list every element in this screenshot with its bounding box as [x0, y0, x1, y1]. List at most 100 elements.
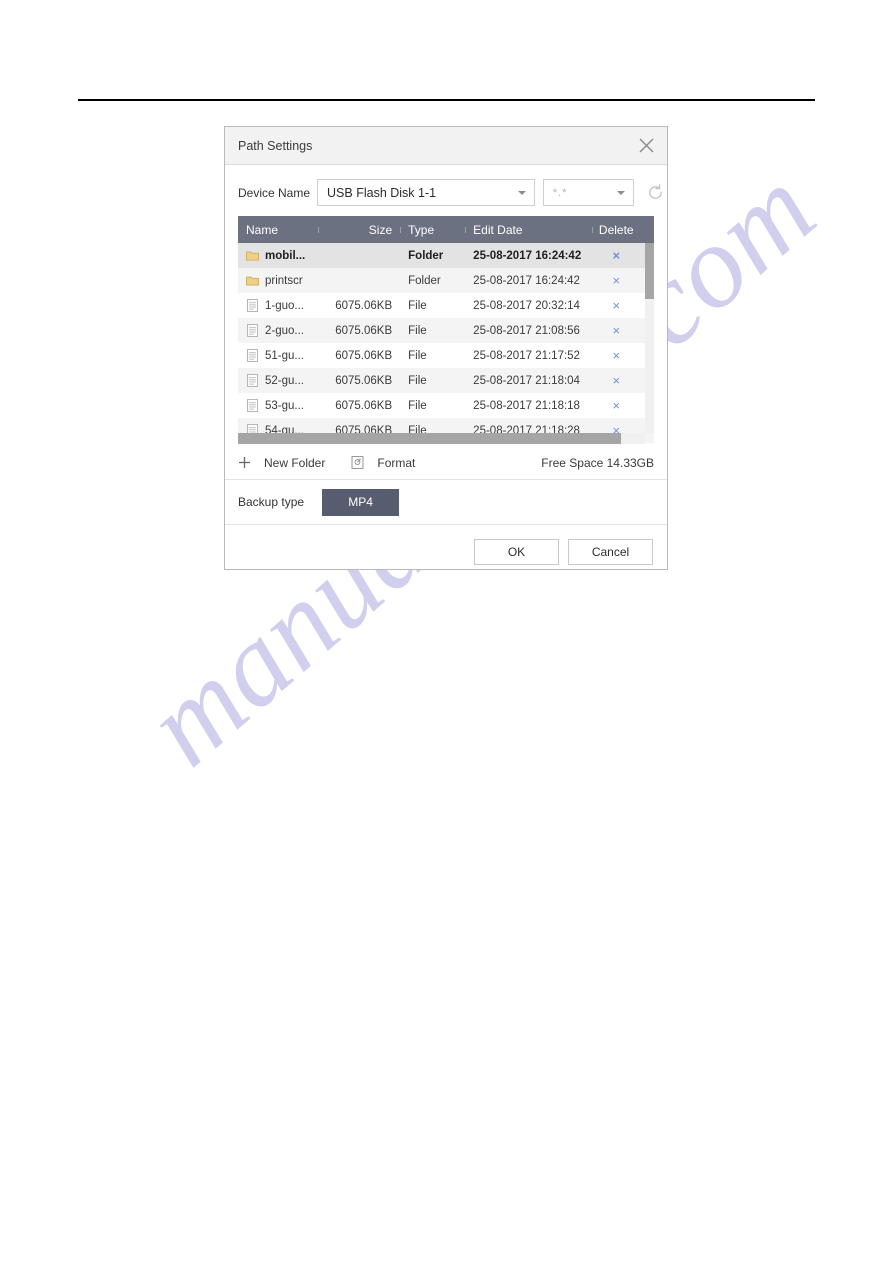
dialog-title: Path Settings: [238, 138, 313, 153]
file-name-text: mobil...: [265, 249, 306, 262]
backup-type-value[interactable]: MP4: [322, 488, 400, 516]
cell-type: File: [408, 299, 427, 312]
folder-icon: [246, 276, 259, 286]
dialog-titlebar: Path Settings: [225, 127, 667, 165]
backup-type-label: Backup type: [238, 495, 305, 509]
cell-delete: ×: [592, 399, 646, 412]
ok-button[interactable]: OK: [474, 539, 559, 565]
cancel-button[interactable]: Cancel: [568, 539, 653, 565]
cell-name: 53-gu...: [238, 399, 318, 412]
table-body: mobil... Folder 25-08-2017 16:24:42 × prints…: [238, 243, 654, 444]
file-name-text: 2-guo...: [265, 324, 304, 337]
cell-type: Folder: [408, 249, 444, 262]
table-row[interactable]: 1-guo... 6075.06KB File 25-08-2017 20:32:14…: [238, 293, 654, 318]
file-name-text: printscr: [265, 274, 303, 287]
cell-size: 6075.06KB: [335, 299, 393, 312]
delete-row-icon[interactable]: ×: [612, 349, 620, 362]
file-name-text: 1-guo...: [265, 299, 304, 312]
cell-name: 51-gu...: [238, 349, 318, 362]
table-row[interactable]: mobil... Folder 25-08-2017 16:24:42 ×: [238, 243, 654, 268]
page-header-rule: [78, 99, 815, 101]
file-filter-select[interactable]: *.*: [542, 179, 634, 206]
format-label: Format: [377, 455, 416, 470]
device-name-select[interactable]: USB Flash Disk 1-1: [317, 179, 535, 206]
vertical-scrollbar-thumb[interactable]: [645, 243, 654, 299]
delete-row-icon[interactable]: ×: [612, 399, 620, 412]
horizontal-scrollbar[interactable]: [238, 433, 645, 444]
column-header-delete[interactable]: Delete: [591, 223, 646, 237]
file-icon: [247, 374, 258, 387]
format-button[interactable]: Format: [351, 456, 415, 470]
table-row[interactable]: printscr Folder 25-08-2017 16:24:42 ×: [238, 268, 654, 293]
delete-row-icon[interactable]: ×: [612, 274, 620, 287]
cell-date: 25-08-2017 16:24:42: [473, 249, 582, 262]
cell-type: File: [408, 374, 427, 387]
cell-name: printscr: [238, 274, 318, 287]
column-header-size[interactable]: Size: [318, 223, 400, 237]
table-actions-row: New Folder Format Free Space 14.33GB: [238, 446, 654, 479]
new-folder-button[interactable]: New Folder: [238, 456, 325, 470]
cell-date: 25-08-2017 21:17:52: [473, 349, 580, 362]
device-name-value: USB Flash Disk 1-1: [327, 185, 437, 200]
cell-date: 25-08-2017 16:24:42: [473, 274, 580, 287]
delete-row-icon[interactable]: ×: [612, 324, 620, 337]
format-disk-icon: [351, 456, 364, 469]
chevron-down-icon: [517, 190, 526, 195]
column-header-date[interactable]: Edit Date: [465, 223, 591, 237]
table-row[interactable]: 51-gu... 6075.06KB File 25-08-2017 21:17:52…: [238, 343, 654, 368]
refresh-icon[interactable]: [644, 181, 667, 205]
path-settings-dialog: Path Settings Device Name USB Flash Disk…: [224, 126, 668, 570]
cell-type: File: [408, 399, 427, 412]
column-header-name[interactable]: Name: [238, 223, 318, 237]
file-filter-value: *.*: [552, 186, 568, 199]
close-icon[interactable]: [635, 135, 657, 157]
column-header-type[interactable]: Type: [400, 223, 465, 237]
cell-delete: ×: [592, 324, 646, 337]
device-name-row: Device Name USB Flash Disk 1-1 *.*: [225, 165, 667, 206]
cell-name: 2-guo...: [238, 324, 318, 337]
cell-delete: ×: [592, 249, 646, 262]
file-icon: [247, 324, 258, 337]
delete-row-icon[interactable]: ×: [612, 249, 620, 262]
cell-delete: ×: [592, 374, 646, 387]
backup-type-row: Backup type MP4: [225, 480, 667, 524]
delete-row-icon[interactable]: ×: [612, 299, 620, 312]
delete-row-icon[interactable]: ×: [612, 374, 620, 387]
dialog-footer: OK Cancel: [225, 525, 667, 579]
file-icon: [247, 399, 258, 412]
cell-size: 6075.06KB: [335, 399, 393, 412]
cell-name: 1-guo...: [238, 299, 318, 312]
cell-delete: ×: [592, 299, 646, 312]
cell-delete: ×: [592, 349, 646, 362]
cell-date: 25-08-2017 20:32:14: [473, 299, 580, 312]
cell-name: 52-gu...: [238, 374, 318, 387]
free-space-label: Free Space 14.33GB: [541, 455, 654, 470]
folder-icon: [246, 251, 259, 261]
cell-type: Folder: [408, 274, 441, 287]
file-name-text: 51-gu...: [265, 349, 304, 362]
cell-date: 25-08-2017 21:18:04: [473, 374, 580, 387]
table-row[interactable]: 52-gu... 6075.06KB File 25-08-2017 21:18:04…: [238, 368, 654, 393]
cell-size: 6075.06KB: [335, 374, 393, 387]
device-name-label: Device Name: [238, 185, 311, 200]
file-icon: [247, 299, 258, 312]
table-row[interactable]: 2-guo... 6075.06KB File 25-08-2017 21:08:56…: [238, 318, 654, 343]
file-name-text: 53-gu...: [265, 399, 304, 412]
cell-date: 25-08-2017 21:18:18: [473, 399, 580, 412]
table-row[interactable]: 53-gu... 6075.06KB File 25-08-2017 21:18:18…: [238, 393, 654, 418]
table-header-row: Name Size Type Edit Date Delete: [238, 216, 654, 243]
file-browser-table: Name Size Type Edit Date Delete mobil...…: [238, 216, 654, 444]
horizontal-scrollbar-thumb[interactable]: [238, 433, 621, 444]
plus-icon: [239, 457, 250, 468]
new-folder-label: New Folder: [264, 455, 326, 470]
vertical-scrollbar[interactable]: [645, 243, 654, 433]
file-name-text: 52-gu...: [265, 374, 304, 387]
cell-delete: ×: [592, 274, 646, 287]
cell-type: File: [408, 349, 427, 362]
file-icon: [247, 349, 258, 362]
cell-size: 6075.06KB: [335, 324, 393, 337]
cell-type: File: [408, 324, 427, 337]
chevron-down-icon: [616, 190, 625, 195]
cell-size: 6075.06KB: [335, 349, 393, 362]
cell-name: mobil...: [238, 249, 318, 262]
